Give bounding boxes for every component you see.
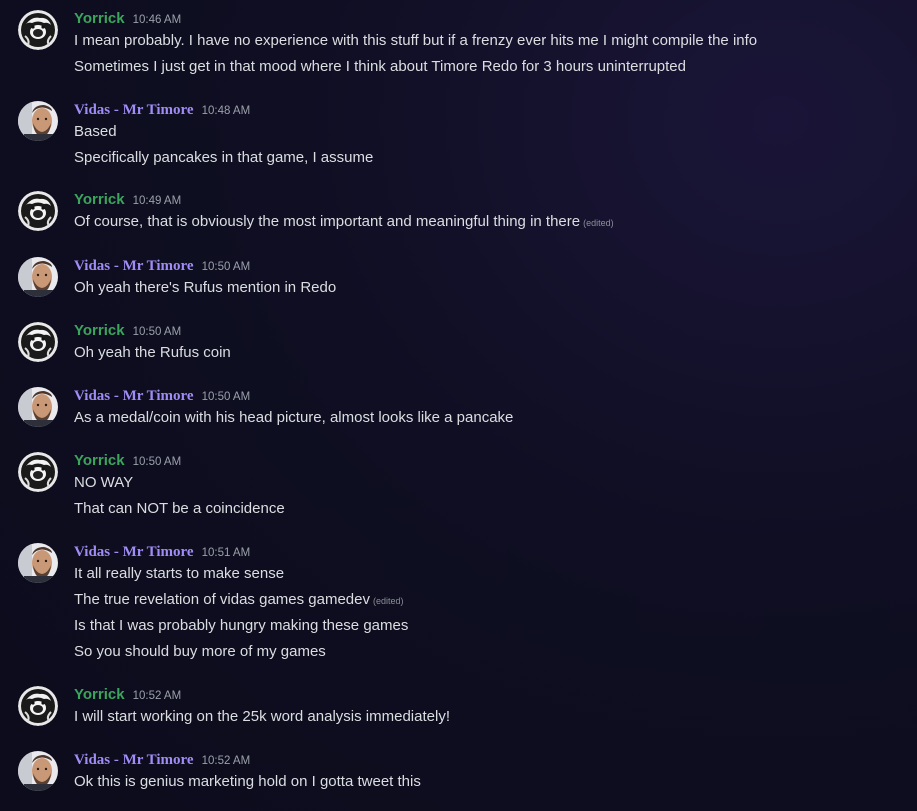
author-name[interactable]: Yorrick bbox=[74, 452, 125, 469]
author-name[interactable]: Yorrick bbox=[74, 686, 125, 703]
author-name[interactable]: Vidas - Mr Timore bbox=[74, 544, 194, 561]
message-header: Vidas - Mr Timore 10:50 AM bbox=[74, 387, 250, 407]
message-content: Is that I was probably hungry making the… bbox=[74, 617, 409, 634]
timestamp: 10:50 AM bbox=[132, 456, 182, 468]
message-header: Vidas - Mr Timore 10:50 AM bbox=[74, 257, 250, 277]
message-header: Yorrick 10:49 AM bbox=[74, 191, 181, 211]
timestamp: 10:51 AM bbox=[201, 547, 251, 559]
avatar[interactable] bbox=[18, 101, 58, 141]
message-text: It all really starts to make sense bbox=[74, 564, 284, 584]
message-content: Specifically pancakes in that game, I as… bbox=[74, 149, 374, 166]
message-text: NO WAY bbox=[74, 473, 133, 493]
chat-message-list: Yorrick 10:46 AM I mean probably. I have n… bbox=[0, 0, 917, 811]
author-name[interactable]: Yorrick bbox=[74, 191, 125, 208]
timestamp: 10:49 AM bbox=[132, 195, 182, 207]
timestamp: 10:50 AM bbox=[201, 261, 251, 273]
avatar[interactable] bbox=[18, 686, 58, 726]
timestamp: 10:50 AM bbox=[132, 326, 182, 338]
timestamp: 10:48 AM bbox=[201, 105, 251, 117]
timestamp: 10:52 AM bbox=[201, 755, 251, 767]
message-content: I will start working on the 25k word ana… bbox=[74, 708, 450, 725]
avatar[interactable] bbox=[18, 191, 58, 231]
timestamp: 10:46 AM bbox=[132, 14, 182, 26]
message-header: Yorrick 10:52 AM bbox=[74, 686, 181, 706]
message-content: Of course, that is obviously the most im… bbox=[74, 213, 581, 230]
avatar[interactable] bbox=[18, 10, 58, 50]
edited-tag: (edited) bbox=[373, 596, 404, 606]
message-text: Specifically pancakes in that game, I as… bbox=[74, 148, 373, 168]
message-header: Yorrick 10:50 AM bbox=[74, 322, 181, 342]
author-name[interactable]: Vidas - Mr Timore bbox=[74, 258, 194, 275]
avatar[interactable] bbox=[18, 751, 58, 791]
timestamp: 10:50 AM bbox=[201, 391, 251, 403]
author-name[interactable]: Yorrick bbox=[74, 322, 125, 339]
message-content: That can NOT be a coincidence bbox=[74, 500, 285, 517]
message-content: So you should buy more of my games bbox=[74, 643, 326, 660]
message-text: Is that I was probably hungry making the… bbox=[74, 616, 408, 636]
message-content: As a medal/coin with his head picture, a… bbox=[74, 409, 514, 426]
avatar[interactable] bbox=[18, 322, 58, 362]
message-content: Oh yeah the Rufus coin bbox=[74, 344, 231, 361]
avatar[interactable] bbox=[18, 543, 58, 583]
message-content: It all really starts to make sense bbox=[74, 565, 285, 582]
message-content: I mean probably. I have no experience wi… bbox=[74, 32, 758, 49]
message-header: Vidas - Mr Timore 10:52 AM bbox=[74, 751, 250, 771]
author-name[interactable]: Vidas - Mr Timore bbox=[74, 752, 194, 769]
message-text: Ok this is genius marketing hold on I go… bbox=[74, 772, 421, 792]
message-header: Yorrick 10:46 AM bbox=[74, 10, 181, 30]
avatar[interactable] bbox=[18, 452, 58, 492]
message-text: I mean probably. I have no experience wi… bbox=[74, 31, 757, 51]
author-name[interactable]: Vidas - Mr Timore bbox=[74, 388, 194, 405]
message-content: The true revelation of vidas games gamed… bbox=[74, 591, 370, 608]
message-text: Sometimes I just get in that mood where … bbox=[74, 57, 686, 77]
message-text: I will start working on the 25k word ana… bbox=[74, 707, 450, 727]
avatar[interactable] bbox=[18, 257, 58, 297]
message-content: NO WAY bbox=[74, 474, 134, 491]
message-text: Based bbox=[74, 122, 117, 142]
message-text: Oh yeah the Rufus coin bbox=[74, 343, 231, 363]
message-text: Oh yeah there's Rufus mention in Redo bbox=[74, 278, 336, 298]
message-text: So you should buy more of my games bbox=[74, 642, 326, 662]
message-header: Vidas - Mr Timore 10:51 AM bbox=[74, 543, 250, 563]
message-header: Yorrick 10:50 AM bbox=[74, 452, 181, 472]
avatar[interactable] bbox=[18, 387, 58, 427]
author-name[interactable]: Vidas - Mr Timore bbox=[74, 102, 194, 119]
message-text: Of course, that is obviously the most im… bbox=[74, 212, 614, 233]
message-content: Based bbox=[74, 123, 117, 140]
edited-tag: (edited) bbox=[583, 218, 614, 228]
message-text: That can NOT be a coincidence bbox=[74, 499, 285, 519]
message-content: Oh yeah there's Rufus mention in Redo bbox=[74, 279, 337, 296]
timestamp: 10:52 AM bbox=[132, 690, 182, 702]
message-content: Sometimes I just get in that mood where … bbox=[74, 58, 686, 75]
message-header: Vidas - Mr Timore 10:48 AM bbox=[74, 101, 250, 121]
message-content: Ok this is genius marketing hold on I go… bbox=[74, 773, 421, 790]
message-text: As a medal/coin with his head picture, a… bbox=[74, 408, 513, 428]
message-text: The true revelation of vidas games gamed… bbox=[74, 590, 404, 611]
author-name[interactable]: Yorrick bbox=[74, 10, 125, 27]
